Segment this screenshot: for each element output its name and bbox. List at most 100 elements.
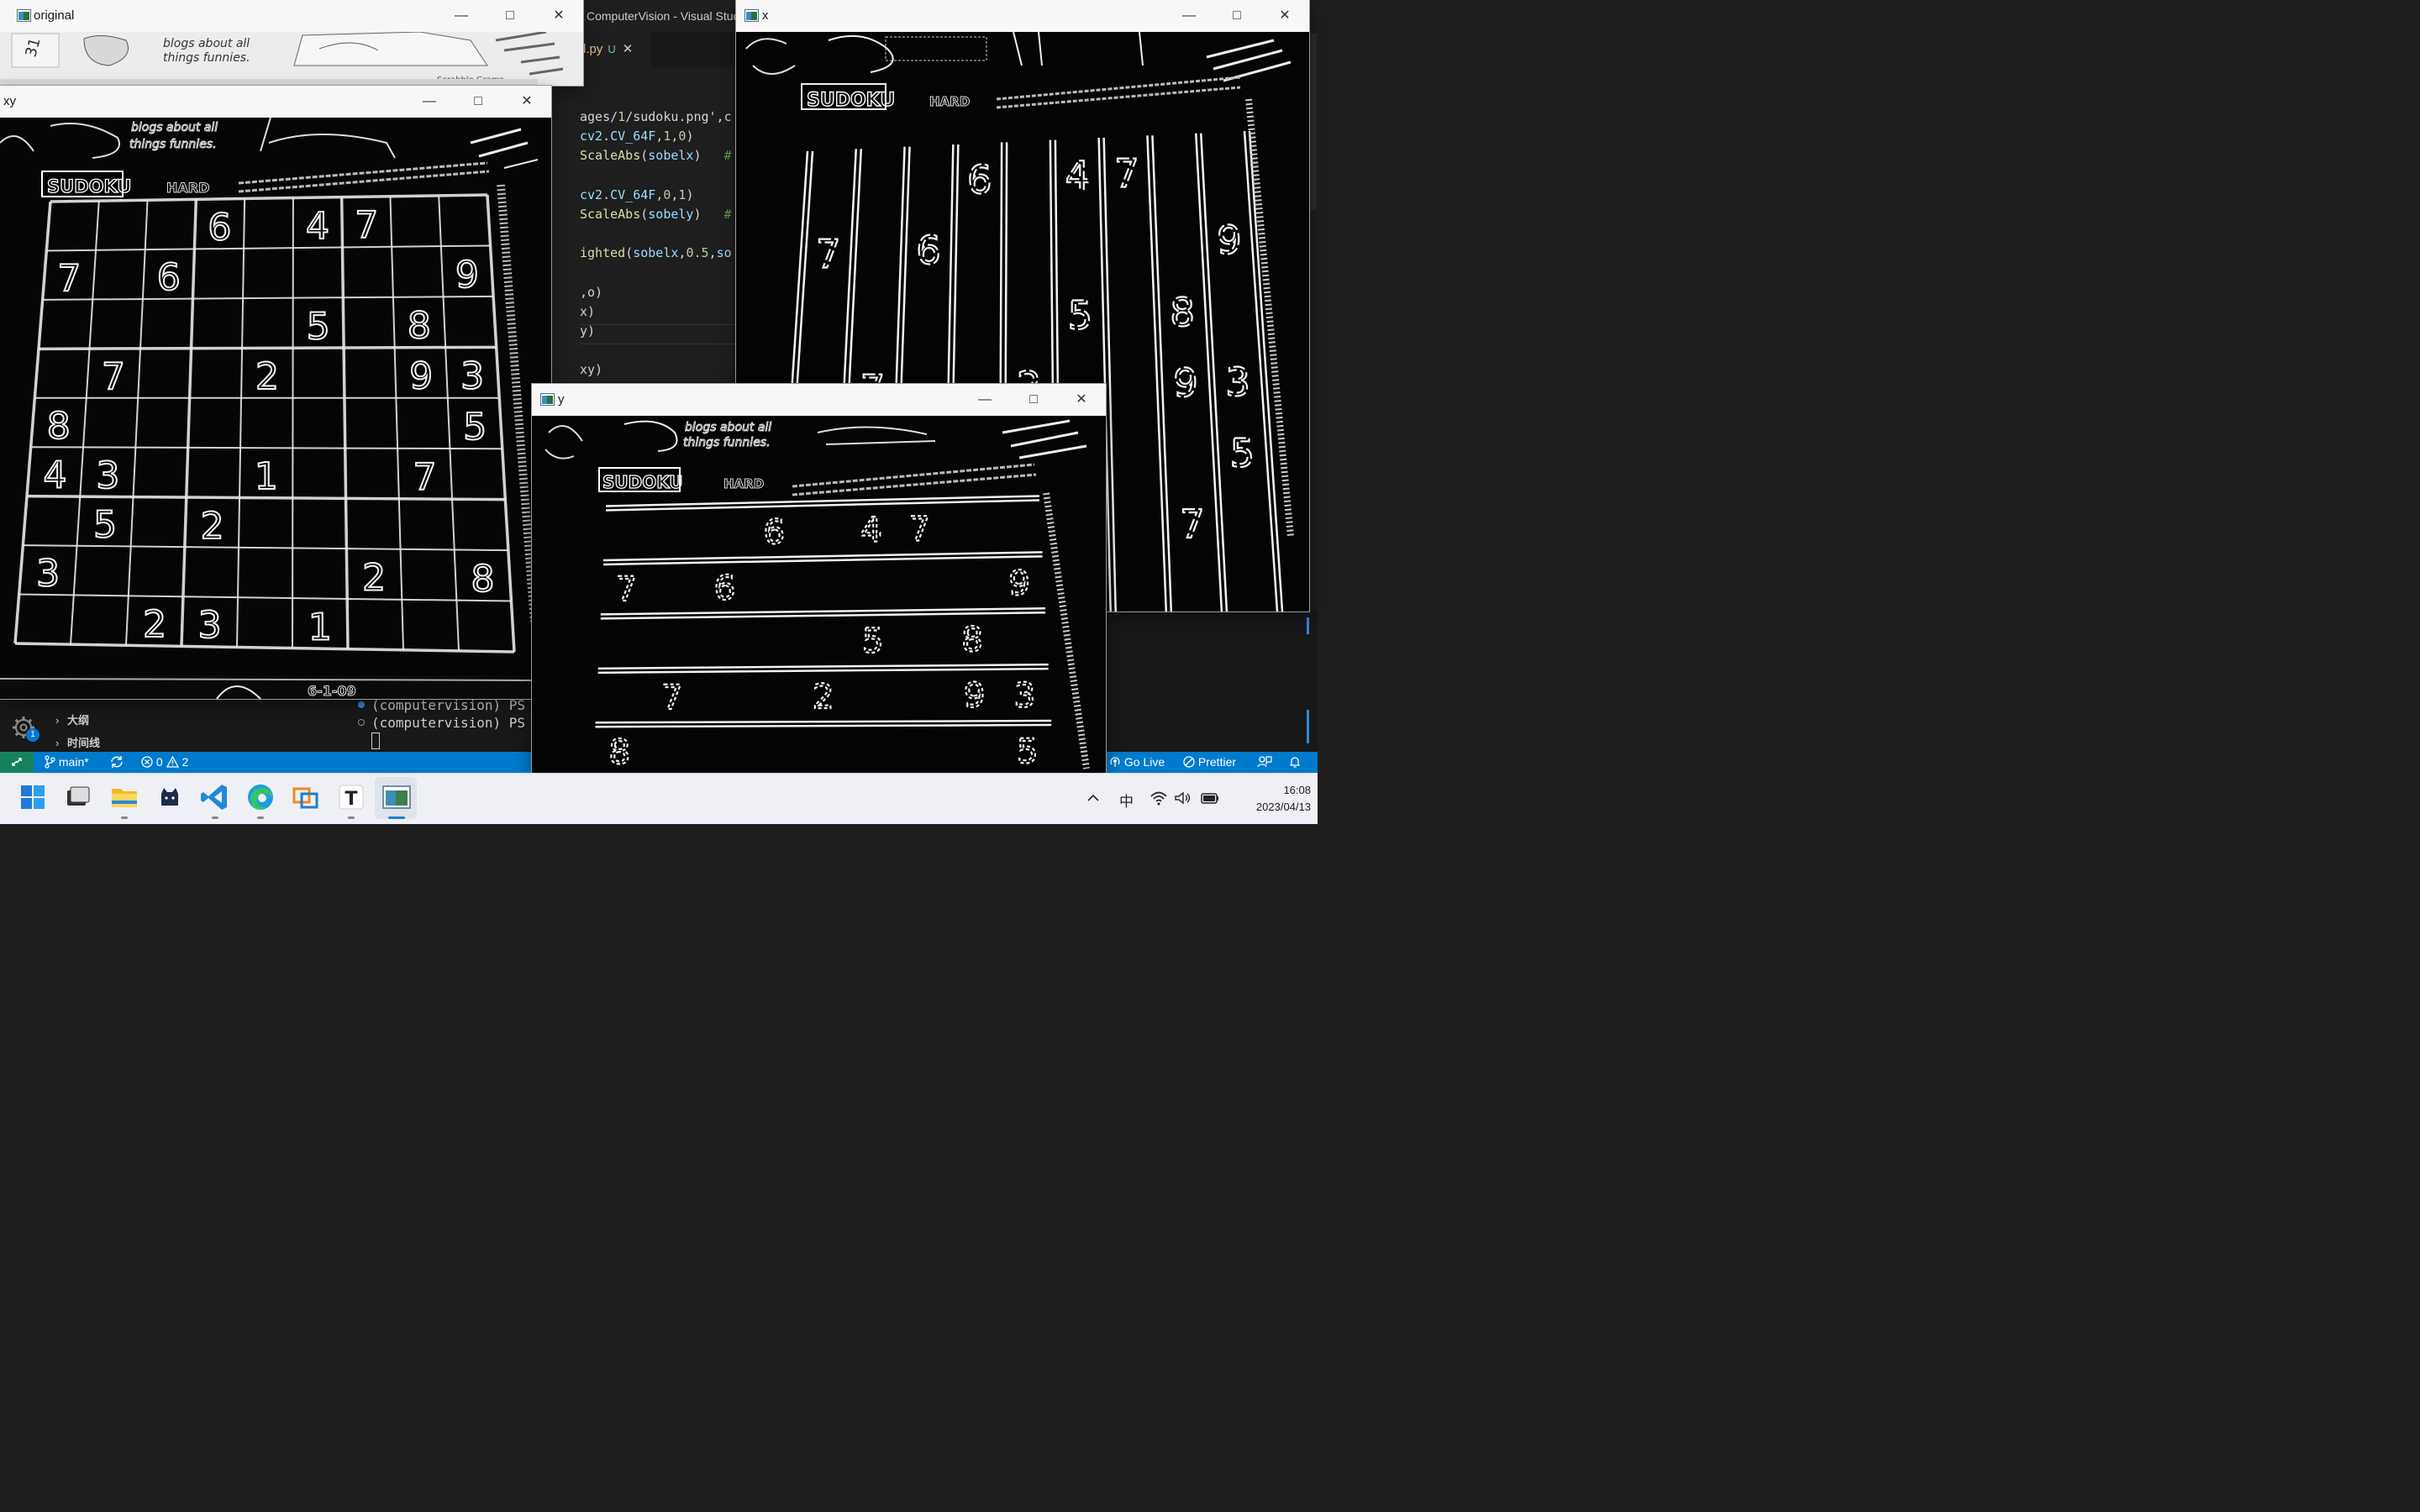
battery-icon[interactable] [1200, 790, 1220, 806]
task-view-icon[interactable] [60, 780, 94, 814]
y-header-text: things funnies. [683, 436, 771, 449]
maximize-button[interactable]: □ [1218, 0, 1256, 32]
error-count: 0 [155, 755, 163, 769]
code-line: ages/1/sudoku.png',c [580, 109, 732, 124]
active-indicator [388, 816, 405, 819]
original-text: blogs about all [163, 37, 250, 50]
sidebar-panel: › 大纲 › 时间线 [0, 696, 350, 752]
feedback-button[interactable] [1257, 752, 1272, 773]
sudoku-digit: 1 [255, 455, 278, 498]
tab-close-icon[interactable]: ✕ [623, 42, 634, 56]
grid-line-horizontal [38, 345, 497, 351]
sobel-x-digit: 7 [1180, 501, 1204, 547]
branch-indicator[interactable]: main* [44, 752, 89, 773]
sobel-y-canvas: blogs about all things funnies. SUDOKU H… [532, 416, 1106, 773]
outline-label: 大纲 [67, 714, 90, 727]
sudoku-digit: 9 [455, 254, 479, 297]
scroll-marker [1307, 617, 1309, 634]
maximize-button[interactable]: □ [459, 86, 497, 118]
code-editor[interactable]: ages/1/sudoku.png',c cv2.CV_64F,1,0) Scale… [580, 108, 736, 385]
remote-desktop-icon[interactable] [289, 780, 323, 814]
close-button[interactable]: ✕ [508, 86, 546, 118]
window-titlebar[interactable]: original — □ ✕ [0, 0, 583, 32]
start-button-windows-icon[interactable] [16, 780, 50, 814]
sobel-y-digit: 5 [1017, 732, 1038, 771]
opencv-python-icon[interactable] [380, 780, 413, 814]
prettier-button[interactable]: Prettier [1183, 752, 1236, 773]
chevron-right-icon: › [55, 737, 60, 749]
prettier-status-icon [1183, 756, 1195, 768]
file-explorer-icon[interactable] [108, 780, 141, 814]
empty-dot-icon [358, 719, 365, 726]
notifications-button[interactable] [1288, 752, 1302, 773]
notification-badge: 1 [26, 728, 39, 742]
minimize-button[interactable]: — [410, 86, 449, 118]
sobel-y-digit: 9 [1008, 564, 1029, 603]
clock-date: 2023/04/13 [1255, 801, 1311, 813]
maximize-button[interactable]: □ [1014, 384, 1053, 416]
window-title: x [762, 8, 769, 23]
chevron-up-icon[interactable] [1086, 792, 1101, 804]
sudoku-digit: 8 [47, 405, 71, 448]
grid-line-vertical [292, 197, 294, 648]
code-line: cv2.CV_64F,0,1) [580, 186, 694, 202]
editor-scrollbar[interactable] [1308, 34, 1317, 210]
typora-icon[interactable]: T [334, 780, 368, 814]
system-clock[interactable]: 16:08 2023/04/13 [1227, 782, 1311, 816]
volume-icon[interactable] [1174, 790, 1192, 806]
close-button[interactable]: ✕ [1265, 0, 1304, 32]
sobel-x-digit: 9 [1217, 218, 1241, 263]
window-titlebar[interactable]: xy — □ ✕ [0, 86, 551, 118]
maximize-button[interactable]: □ [491, 0, 529, 32]
sudoku-digit: 2 [255, 355, 279, 398]
sync-button[interactable] [109, 752, 124, 773]
xy-header-text: things funnies. [129, 138, 217, 151]
scroll-marker [1307, 710, 1309, 743]
outline-section[interactable]: › 大纲 [55, 711, 89, 727]
broadcast-icon [1110, 757, 1120, 767]
close-button[interactable]: ✕ [539, 0, 578, 32]
github-cat-icon[interactable] [153, 780, 187, 814]
terminal-panel[interactable]: (computervision) PS D (computervision) P… [350, 696, 531, 752]
sudoku-digit: 5 [93, 504, 117, 547]
remote-indicator[interactable] [0, 752, 34, 773]
window-titlebar[interactable]: y — □ ✕ [532, 384, 1106, 416]
original-image: 31 blogs about all things funnies. Scrab… [0, 32, 583, 86]
sudoku-digit: 1 [308, 606, 332, 648]
timeline-section[interactable]: › 时间线 [55, 734, 100, 750]
minimize-button[interactable]: — [442, 0, 481, 32]
sudoku-digit: 5 [307, 305, 330, 348]
sobel-y-image: blogs about all things funnies. SUDOKU H… [532, 416, 1106, 773]
sudoku-digit: 2 [143, 603, 166, 646]
minimize-button[interactable]: — [965, 384, 1004, 416]
sobel-y-digit: 8 [609, 733, 630, 772]
tab-status: U [608, 43, 616, 55]
minimize-button[interactable]: — [1170, 0, 1208, 32]
go-live-button[interactable]: Go Live [1109, 752, 1165, 773]
sync-icon [111, 756, 123, 768]
window-original[interactable]: original — □ ✕ 31 blogs about all things… [0, 0, 583, 86]
code-line: cv2.CV_64F,1,0) [580, 129, 694, 144]
sudoku-header-text: SUDOKU [807, 90, 895, 111]
window-titlebar[interactable]: x — □ ✕ [736, 0, 1309, 32]
sobel-x-digit: 5 [1230, 430, 1255, 475]
window-y[interactable]: y — □ ✕ blogs about all things funnies. … [532, 384, 1106, 773]
sobel-x-digit: 5 [1068, 292, 1092, 338]
terminal-text: (computervision) PS D [371, 715, 531, 731]
problems-indicator[interactable]: 0 2 [141, 752, 188, 773]
terminal-cursor [371, 732, 380, 749]
vscode-icon[interactable] [198, 780, 232, 814]
wifi-icon[interactable] [1150, 790, 1168, 806]
edge-browser-icon[interactable] [244, 780, 277, 814]
code-line: ighted(sobelx,0.5,so [580, 245, 732, 261]
sudoku-digit: 6 [157, 256, 181, 299]
chevron-right-icon: › [55, 714, 60, 727]
editor-tab[interactable]: l.py U ✕ [583, 32, 650, 67]
window-xy[interactable]: xy — □ ✕ blogs about all things funnies.… [0, 86, 551, 699]
ime-indicator[interactable]: 中 [1119, 790, 1134, 811]
sobel-x-digit: 7 [816, 231, 840, 276]
sudoku-digit: 3 [36, 553, 60, 596]
close-button[interactable]: ✕ [1062, 384, 1101, 416]
